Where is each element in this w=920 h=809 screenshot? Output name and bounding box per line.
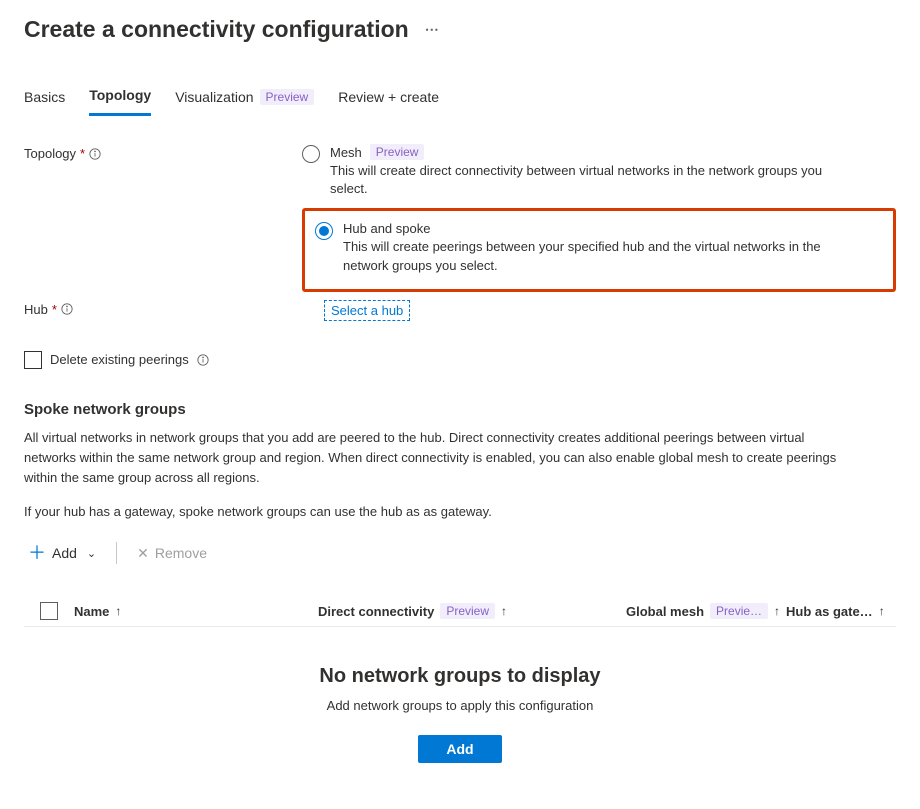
- empty-state-title: No network groups to display: [24, 665, 896, 688]
- tab-review-create[interactable]: Review + create: [338, 83, 439, 116]
- info-icon[interactable]: [197, 354, 209, 366]
- page-title: Create a connectivity configuration ⋯: [24, 16, 896, 43]
- radio-hubspoke-desc: This will create peerings between your s…: [343, 238, 853, 274]
- add-button[interactable]: ＋ Add ⌄: [24, 540, 100, 566]
- tab-bar: Basics Topology Visualization Preview Re…: [24, 83, 896, 116]
- radio-option-mesh[interactable]: Mesh Preview This will create direct con…: [302, 144, 896, 198]
- hub-spoke-highlight: Hub and spoke This will create peerings …: [302, 208, 896, 291]
- hub-label-text: Hub: [24, 302, 48, 317]
- column-header-global-mesh[interactable]: Global mesh Previe… ↑: [626, 603, 786, 619]
- delete-peerings-label: Delete existing peerings: [50, 352, 189, 367]
- remove-button[interactable]: ✕ Remove: [133, 541, 211, 566]
- direct-preview-badge: Preview: [440, 603, 495, 619]
- column-header-name[interactable]: Name ↑: [74, 604, 318, 619]
- spoke-groups-desc-2: If your hub has a gateway, spoke network…: [24, 502, 844, 522]
- topology-field-row: Topology * Mesh Preview This will create…: [24, 144, 896, 292]
- radio-hubspoke-label: Hub and spoke: [343, 221, 430, 236]
- tab-topology-label: Topology: [89, 87, 151, 103]
- plus-icon: ＋: [28, 544, 46, 562]
- sort-arrow-icon: ↑: [501, 604, 507, 618]
- add-button-label: Add: [52, 545, 77, 561]
- col-name-label: Name: [74, 604, 109, 619]
- radio-mesh-input[interactable]: [302, 145, 320, 163]
- hub-field-row: Hub * Select a hub: [24, 300, 896, 321]
- radio-hubspoke-input[interactable]: [315, 222, 333, 240]
- required-star-icon: *: [52, 302, 57, 317]
- sort-arrow-icon: ↑: [879, 604, 885, 618]
- tab-visualization-label: Visualization: [175, 89, 253, 105]
- topology-label-text: Topology: [24, 146, 76, 161]
- toolbar-separator: [116, 542, 117, 564]
- sort-arrow-icon: ↑: [115, 604, 121, 618]
- tab-basics[interactable]: Basics: [24, 83, 65, 116]
- empty-state-subtitle: Add network groups to apply this configu…: [24, 698, 896, 713]
- more-actions-icon[interactable]: ⋯: [421, 21, 440, 38]
- mesh-preview-badge: Preview: [370, 144, 425, 160]
- remove-button-label: Remove: [155, 545, 207, 561]
- column-header-direct-connectivity[interactable]: Direct connectivity Preview ↑: [318, 603, 626, 619]
- sort-arrow-icon: ↑: [774, 604, 780, 618]
- tab-basics-label: Basics: [24, 89, 65, 105]
- tab-visualization[interactable]: Visualization Preview: [175, 83, 314, 116]
- visualization-preview-badge: Preview: [260, 89, 315, 105]
- delete-peerings-checkbox[interactable]: [24, 351, 42, 369]
- empty-state: No network groups to display Add network…: [24, 627, 896, 763]
- col-global-label: Global mesh: [626, 604, 704, 619]
- page-title-text: Create a connectivity configuration: [24, 16, 409, 43]
- hub-label: Hub *: [24, 300, 302, 317]
- column-header-hub-as-gateway[interactable]: Hub as gate… ↑: [786, 604, 896, 619]
- col-hub-label: Hub as gate…: [786, 604, 873, 619]
- spoke-toolbar: ＋ Add ⌄ ✕ Remove: [24, 540, 896, 566]
- required-star-icon: *: [80, 146, 85, 161]
- global-preview-badge: Previe…: [710, 603, 768, 619]
- select-all-checkbox[interactable]: [40, 602, 58, 620]
- radio-mesh-label: Mesh: [330, 145, 362, 160]
- radio-option-hub-spoke[interactable]: Hub and spoke This will create peerings …: [315, 221, 883, 274]
- table-header-row: Name ↑ Direct connectivity Preview ↑ Glo…: [24, 596, 896, 627]
- x-icon: ✕: [137, 545, 149, 562]
- topology-label: Topology *: [24, 144, 302, 161]
- tab-topology[interactable]: Topology: [89, 83, 151, 116]
- delete-peerings-row: Delete existing peerings: [24, 351, 896, 369]
- spoke-groups-heading: Spoke network groups: [24, 401, 896, 418]
- tab-review-label: Review + create: [338, 89, 439, 105]
- spoke-groups-desc-1: All virtual networks in network groups t…: [24, 428, 844, 488]
- chevron-down-icon: ⌄: [87, 547, 96, 560]
- info-icon[interactable]: [61, 303, 73, 315]
- info-icon[interactable]: [89, 148, 101, 160]
- col-direct-label: Direct connectivity: [318, 604, 434, 619]
- radio-mesh-desc: This will create direct connectivity bet…: [330, 162, 840, 198]
- empty-add-button[interactable]: Add: [418, 735, 501, 763]
- select-hub-link[interactable]: Select a hub: [324, 300, 410, 321]
